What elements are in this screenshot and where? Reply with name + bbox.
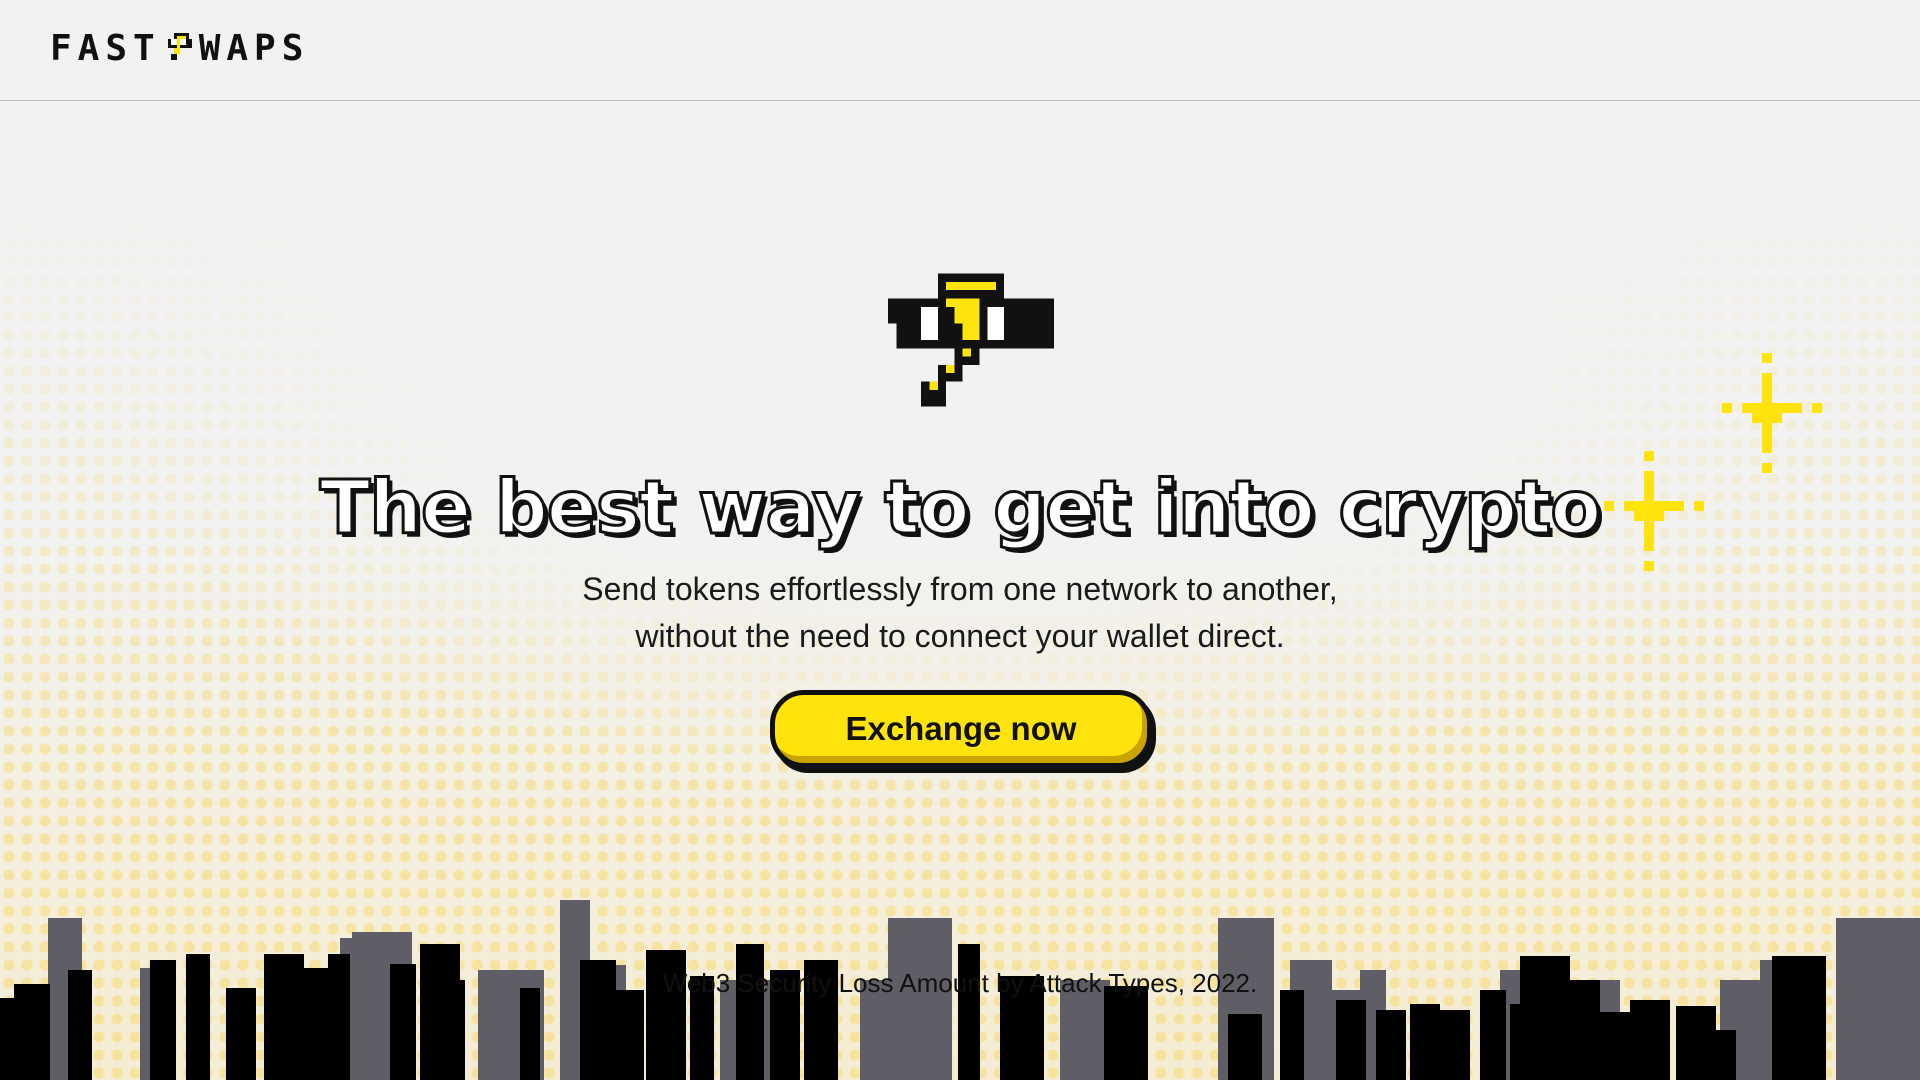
hero-headline: The best way to get into crypto <box>318 464 1603 553</box>
hero-subtitle-line-2: without the need to connect your wallet … <box>635 618 1285 654</box>
lightning-mascot-icon <box>888 273 1054 407</box>
top-header: FASTSWAPS FAST WAPS <box>0 0 1920 101</box>
page: FASTSWAPS FAST WAPS <box>0 0 1920 1080</box>
lightning-logo-icon <box>167 33 192 60</box>
logo-text-right: WAPS <box>198 27 310 69</box>
chart-caption: Web3 Security Loss Amount by Attack Type… <box>662 968 1258 998</box>
exchange-now-button[interactable]: Exchange now <box>770 690 1152 768</box>
sparkle-icon <box>1722 353 1822 473</box>
hero-subtitle-line-1: Send tokens effortlessly from one networ… <box>582 571 1338 607</box>
logo-text-left: FAST <box>50 27 161 69</box>
brand-logo[interactable]: FASTSWAPS FAST WAPS <box>50 27 310 69</box>
hero-subtitle: Send tokens effortlessly from one networ… <box>460 566 1460 660</box>
